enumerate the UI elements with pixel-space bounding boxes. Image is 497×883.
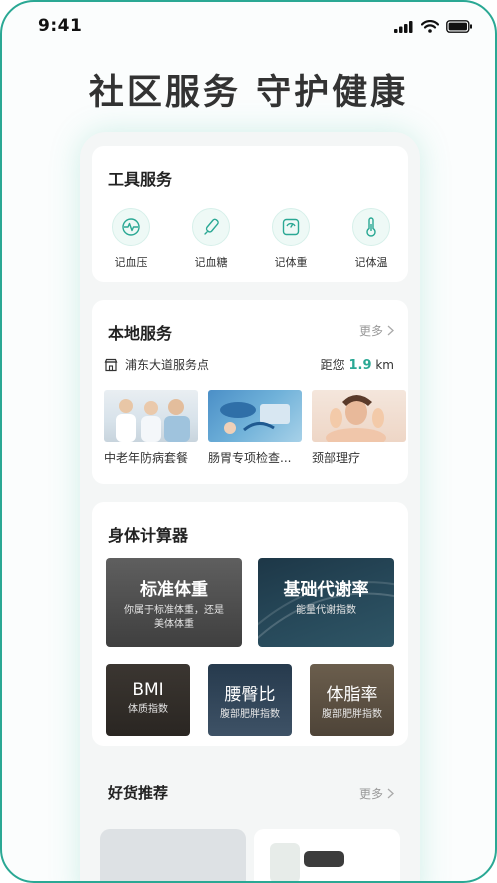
package-label: 肠胃专项检查... — [208, 451, 292, 465]
phone-frame: 9:41 社区服务 守护健康 工具服务 记血压 记血糖 记体重 记体温 本地服务… — [0, 0, 497, 883]
more-label: 更多 — [358, 324, 383, 338]
more-label: 更多 — [358, 787, 383, 801]
tool-services-title: 工具服务 — [108, 170, 173, 189]
calc-title: 体脂率 — [326, 685, 378, 705]
calc-subtitle: 体质指数 — [128, 704, 168, 715]
basal-metabolic-rate-card[interactable]: 基础代谢率 能量代谢指数 — [258, 558, 394, 647]
tool-item-weight[interactable]: 记体重 — [262, 208, 320, 270]
calc-title: 标准体重 — [140, 580, 208, 600]
store-icon — [104, 358, 118, 372]
calc-subtitle: 腹部肥胖指数 — [322, 709, 382, 720]
package-label: 中老年防病套餐 — [104, 451, 189, 465]
body-calculator-title: 身体计算器 — [108, 526, 189, 545]
status-bar: 9:41 — [2, 2, 495, 50]
package-image-neck[interactable] — [312, 390, 406, 442]
service-site-row[interactable]: 浦东大道服务点 距您 1.9 km — [104, 356, 394, 376]
product-image — [270, 843, 300, 881]
calc-title: 基础代谢率 — [283, 580, 369, 600]
local-services-more-link[interactable]: 更多 — [359, 322, 394, 339]
local-services-card: 本地服务 更多 浦东大道服务点 距您 1.9 km 中老年防病套餐 肠胃专项检查… — [92, 300, 408, 484]
tool-services-card: 工具服务 记血压 记血糖 记体重 记体温 — [92, 146, 408, 282]
tool-label: 记体温 — [354, 256, 388, 269]
recommend-title: 好货推荐 — [108, 784, 169, 802]
body-fat-rate-card[interactable]: 体脂率 腹部肥胖指数 — [310, 664, 394, 736]
battery-icon — [446, 20, 472, 33]
thermometer-icon — [352, 208, 390, 246]
waist-hip-ratio-card[interactable]: 腰臀比 腹部肥胖指数 — [208, 664, 292, 736]
signal-icon — [394, 20, 413, 33]
tool-item-blood-pressure[interactable]: 记血压 — [102, 208, 160, 270]
package-image-gastro[interactable] — [208, 390, 302, 442]
local-services-title: 本地服务 — [108, 324, 173, 343]
tool-item-temperature[interactable]: 记体温 — [342, 208, 400, 270]
distance-unit: km — [375, 358, 394, 372]
wifi-icon — [421, 20, 439, 33]
service-site-name: 浦东大道服务点 — [125, 358, 210, 372]
distance-value: 1.9 — [348, 358, 372, 373]
bmi-card[interactable]: BMI 体质指数 — [106, 664, 190, 736]
heart-rate-icon — [112, 208, 150, 246]
package-image-elderly[interactable] — [104, 390, 198, 442]
chevron-right-icon — [387, 788, 394, 799]
status-icons — [394, 20, 473, 33]
package-label: 颈部理疗 — [312, 451, 361, 465]
tool-label: 记血压 — [114, 256, 148, 269]
status-time: 9:41 — [38, 16, 83, 36]
scale-icon — [272, 208, 310, 246]
recommend-more-link[interactable]: 更多 — [359, 785, 394, 802]
tool-label: 记血糖 — [194, 256, 228, 269]
calc-title: BMI — [132, 680, 164, 700]
distance-info: 距您 1.9 km — [321, 356, 394, 373]
page-headline: 社区服务 守护健康 — [88, 73, 409, 113]
calc-title: 腰臀比 — [224, 685, 276, 705]
calc-subtitle: 美体体重 — [154, 619, 194, 630]
product-image — [304, 851, 344, 867]
product-card[interactable] — [100, 829, 246, 881]
tool-item-blood-sugar[interactable]: 记血糖 — [182, 208, 240, 270]
product-card[interactable] — [254, 829, 400, 881]
distance-prefix: 距您 — [320, 358, 345, 372]
standard-weight-card[interactable]: 标准体重 你属于标准体重，还是 美体体重 — [106, 558, 242, 647]
chevron-right-icon — [387, 325, 394, 336]
tool-label: 记体重 — [274, 256, 308, 269]
calc-subtitle: 腹部肥胖指数 — [220, 709, 280, 720]
glucose-pen-icon — [192, 208, 230, 246]
calc-subtitle: 你属于标准体重，还是 — [124, 605, 224, 616]
product-row — [100, 829, 400, 881]
app-preview: 工具服务 记血压 记血糖 记体重 记体温 本地服务 更多 浦东大道服务点 距您 … — [80, 132, 420, 881]
calc-subtitle: 能量代谢指数 — [296, 605, 356, 616]
body-calculator-card: 身体计算器 标准体重 你属于标准体重，还是 美体体重 基础代谢率 能量代谢指数 … — [92, 502, 408, 746]
